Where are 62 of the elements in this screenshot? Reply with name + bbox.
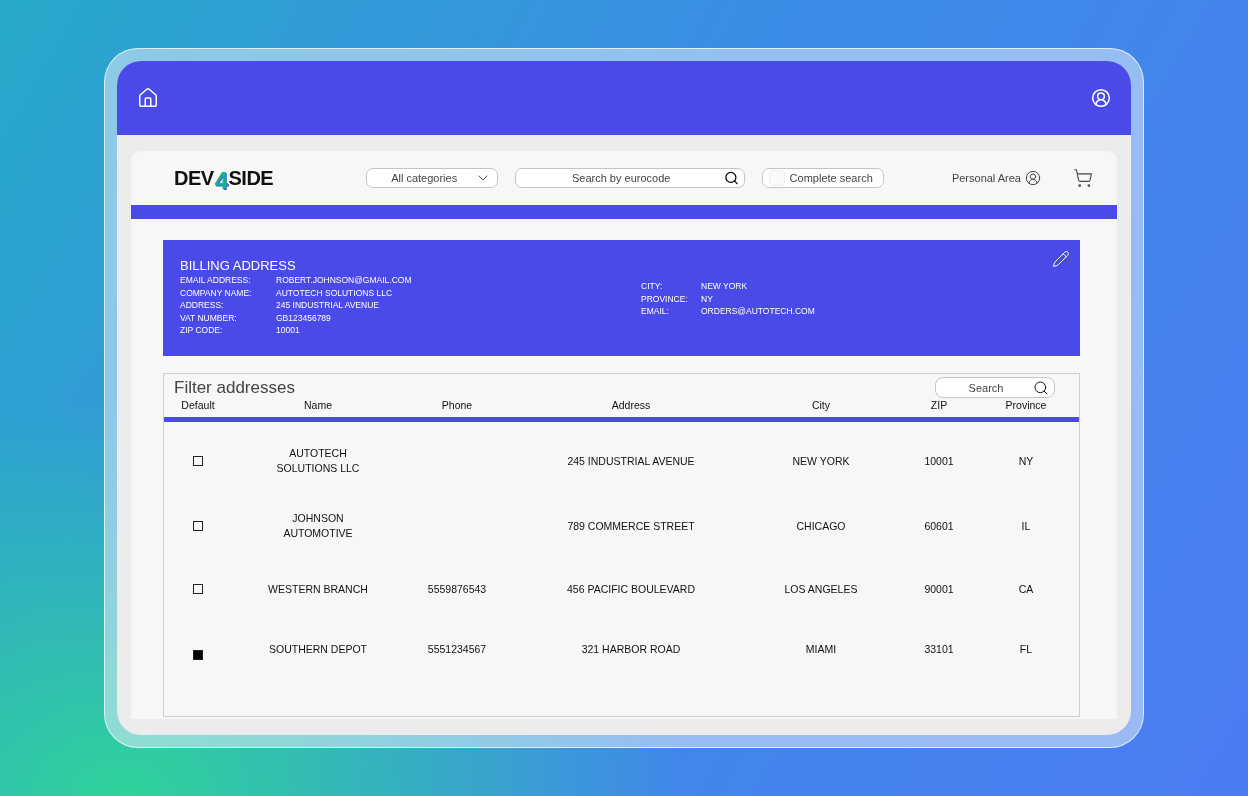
edit-button[interactable] — [1052, 250, 1070, 268]
column-header: Name — [303, 398, 333, 413]
panel-title: Filter addresses — [174, 377, 295, 398]
checkbox[interactable] — [193, 584, 203, 594]
field-value: 10001 — [276, 324, 300, 337]
table-cell: LOS ANGELES — [784, 581, 858, 597]
field-label: EMAIL ADDRESS: — [180, 274, 252, 287]
table-cell: 456 PACIFIC BOULEVARD — [567, 581, 695, 597]
field-value: 245 INDUSTRIAL AVENUE — [276, 299, 379, 312]
search-icon[interactable] — [1033, 379, 1049, 396]
checkbox[interactable] — [193, 456, 203, 466]
personal-area-link[interactable]: Personal Area — [951, 172, 1021, 184]
column-header: Province — [1004, 398, 1048, 413]
field-label: COMPANY NAME: — [180, 286, 253, 299]
checkbox[interactable] — [193, 521, 203, 531]
column-header: City — [810, 398, 832, 413]
search-icon[interactable] — [724, 170, 740, 186]
field-value: ROBERT.JOHNSON@GMAIL.COM — [276, 274, 412, 287]
table-cell: MIAMI — [805, 641, 837, 657]
field-value: NY — [701, 292, 713, 305]
billing-title: BILLING ADDRESS — [180, 258, 297, 273]
column-header: Address — [610, 398, 652, 413]
table-cell: CHICAGO — [796, 518, 846, 534]
table-cell: 5559876543 — [427, 581, 487, 597]
field-value: NEW YORK — [701, 280, 748, 293]
table-cell: NY — [1018, 453, 1034, 469]
table-cell: 60601 — [924, 518, 954, 534]
search-field[interactable]: Search by eurocode — [515, 168, 746, 188]
cart-icon[interactable] — [1073, 168, 1093, 188]
table-cell: 789 COMMERCE STREET — [567, 518, 695, 534]
field-value: AUTOTECH SOLUTIONS LLC — [276, 286, 393, 299]
table-cell: 10001 — [924, 453, 954, 469]
table-cell: CA — [1018, 581, 1034, 597]
table-cell: 245 INDUSTRIAL AVENUE — [567, 453, 695, 469]
column-header: Default — [180, 398, 216, 413]
field-label: CITY: — [641, 280, 664, 293]
field-label: ADDRESS: — [180, 299, 225, 312]
field-value: GB123456789 — [276, 311, 331, 324]
user-icon[interactable] — [1025, 170, 1041, 186]
table-cell: NEW YORK — [792, 453, 850, 469]
column-header: Phone — [440, 398, 474, 413]
field-value: ORDERS@AUTOTECH.COM — [701, 305, 815, 318]
table-cell: IL — [1021, 518, 1031, 534]
search-field[interactable]: Search — [935, 377, 1055, 398]
table-cell-text: JOHNSON AUTOMOTIVE — [282, 511, 354, 541]
table-cell: WESTERN BRANCH — [268, 581, 368, 597]
table-cell: SOUTHERN DEPOT — [269, 641, 367, 657]
checkbox[interactable] — [193, 650, 203, 660]
complete-search-toggle[interactable]: Complete search — [762, 168, 885, 188]
table-cell: FL — [1019, 641, 1033, 657]
home-icon[interactable] — [137, 87, 159, 109]
table-cell: 90001 — [924, 581, 954, 597]
column-header: ZIP — [929, 398, 949, 413]
field-label: EMAIL: — [641, 305, 670, 318]
field-label: PROVINCE: — [641, 292, 689, 305]
table-cell: 33101 — [924, 641, 954, 657]
category-select[interactable]: All categories — [366, 168, 499, 188]
table-cell: 5551234567 — [427, 641, 487, 657]
table-cell: 321 HARBOR ROAD — [581, 641, 681, 657]
table-cell-text: AUTOTECH SOLUTIONS LLC — [275, 446, 361, 476]
field-label: VAT NUMBER: — [180, 311, 238, 324]
field-label: ZIP CODE: — [180, 324, 224, 337]
